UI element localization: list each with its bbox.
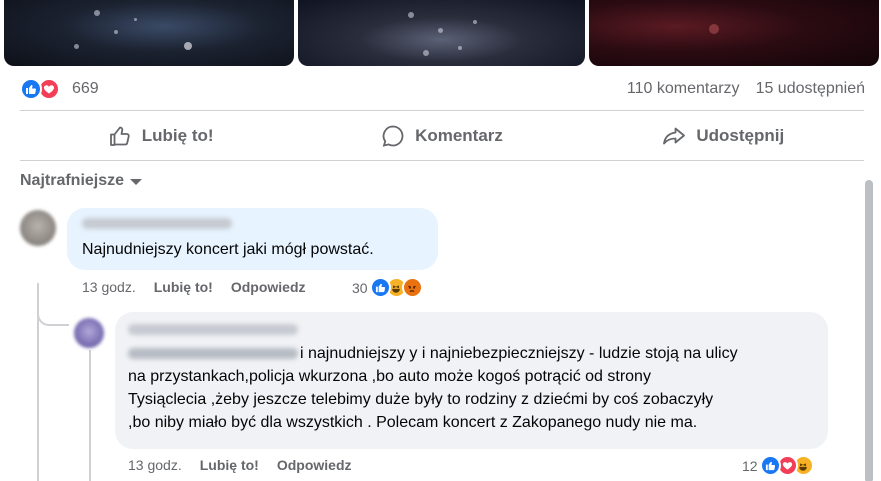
scrollbar[interactable] [864,178,874,481]
post-photo-2[interactable] [298,0,585,66]
comment-text-line: Tysiąclecia ,żeby jeszcze telebimy duże … [128,391,714,408]
divider [20,160,864,161]
post-photo-3[interactable] [589,0,879,66]
comment-reaction-count: 12 [742,457,758,474]
author-name-blurred[interactable] [82,218,232,229]
comment-bubble-icon [382,125,404,147]
post-reactions-bar: 669 110 komentarzy 15 udostępnień [20,78,865,102]
comment-bubble: i najnudniejszy y i najniebezpieczniejsz… [115,312,828,449]
comment-like-button[interactable]: Lubię to! [154,279,213,295]
like-icon [369,277,391,298]
comment-timestamp[interactable]: 13 godz. [82,279,136,295]
caret-down-icon [130,179,143,185]
comment-text: Najnudniejszy koncert jaki mógł powstać. [82,241,374,258]
share-arrow-icon [663,127,686,145]
comment-meta: 13 godz. Lubię to! Odpowiedz [82,279,306,295]
comment-reaction-count: 30 [352,279,368,296]
comment-bubble: Najnudniejszy koncert jaki mógł powstać. [67,208,438,270]
post-photo-1[interactable] [4,0,294,66]
scrollbar-thumb[interactable] [865,180,873,481]
like-icon [759,455,781,476]
comment-text: i najnudniejszy y i najniebezpieczniejsz… [128,342,818,434]
comment-timestamp[interactable]: 13 godz. [128,457,182,473]
comment-reactions[interactable]: 30 [352,277,423,298]
share-button-label: Udostępnij [696,126,785,145]
post-photo-strip [0,0,881,66]
angry-icon [401,277,423,298]
like-button-label: Lubię to! [141,126,214,145]
comment-reply-button[interactable]: Odpowiedz [277,457,352,473]
comment-button[interactable]: Komentarz [301,112,582,160]
post-shares-count[interactable]: 15 udostępnień [756,80,865,98]
thumbs-up-icon [109,126,130,146]
comment-like-button[interactable]: Lubię to! [200,457,259,473]
comment-sort-label: Najtrafniejsze [20,172,125,189]
divider [20,110,864,111]
comment-text-line: na przystankach,policja wkurzona ,bo aut… [128,368,651,385]
comment-sort-dropdown[interactable]: Najtrafniejsze [20,172,143,190]
thread-connector [37,300,69,326]
post-reaction-icons[interactable] [20,78,60,100]
like-button[interactable]: Lubię to! [20,112,301,160]
author-name-blurred[interactable] [128,324,298,335]
post-reaction-count[interactable]: 669 [72,80,99,98]
comment-meta: 13 godz. Lubię to! Odpowiedz [128,457,352,473]
avatar[interactable] [20,210,56,246]
post-actions: Lubię to! Komentarz Udostępnij [20,112,864,160]
comment-text-line: i najnudniejszy y i najniebezpieczniejsz… [300,345,738,362]
comment-button-label: Komentarz [415,126,503,145]
avatar[interactable] [74,318,104,348]
post-comments-count[interactable]: 110 komentarzy [627,80,740,98]
comment-reactions[interactable]: 12 [742,455,814,476]
comment-text-line: ,bo niby miało być dla wszystkich . Pole… [128,414,698,431]
like-icon [20,78,42,100]
comment-reply-button[interactable]: Odpowiedz [231,279,306,295]
thread-line [89,350,91,481]
share-button[interactable]: Udostępnij [583,112,864,160]
